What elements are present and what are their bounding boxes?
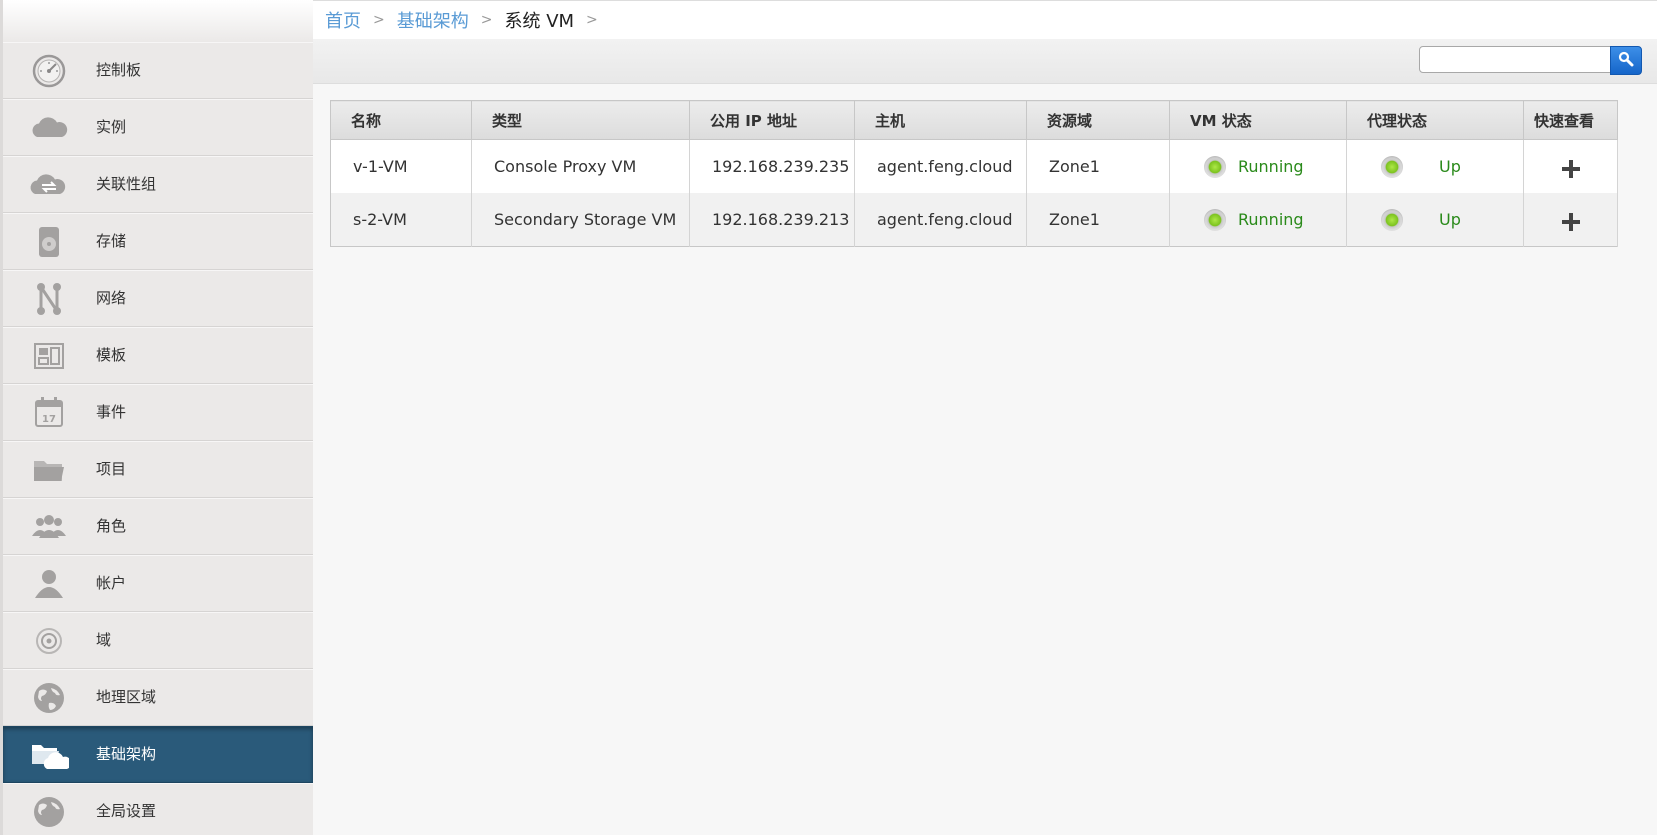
sidebar-item-label: 角色 (96, 517, 127, 535)
agent-state-text: Up (1439, 210, 1461, 229)
user-icon (29, 565, 69, 603)
cell-name: v-1-VM (330, 139, 472, 193)
column-header-agent-state[interactable]: 代理状态 (1346, 100, 1524, 140)
status-led-icon (1381, 208, 1403, 231)
cell-quick-view (1523, 139, 1618, 193)
sidebar-item-affinity-groups[interactable]: 关联性组 (3, 156, 313, 213)
dashboard-gauge-icon (29, 52, 69, 90)
breadcrumb-separator: > (373, 12, 385, 28)
status-led-icon (1204, 155, 1226, 178)
cell-host: agent.feng.cloud (854, 193, 1027, 247)
sidebar-item-label: 模板 (96, 346, 127, 364)
breadcrumb: 首页 > 基础架构 > 系统 VM > (313, 0, 1657, 39)
vm-state-text: Running (1238, 157, 1304, 176)
sidebar-item-templates[interactable]: 模板 (3, 327, 313, 384)
breadcrumb-separator: > (480, 12, 493, 28)
cell-host: agent.feng.cloud (854, 139, 1027, 193)
sidebar-item-label: 实例 (96, 118, 127, 136)
calendar-icon: 17 (29, 394, 69, 432)
sidebar-item-label: 项目 (96, 460, 127, 478)
sidebar-item-instances[interactable]: 实例 (3, 99, 313, 156)
agent-state-text: Up (1439, 157, 1461, 176)
sidebar-item-network[interactable]: 网络 (3, 270, 313, 327)
table-row[interactable]: v-1-VM Console Proxy VM 192.168.239.235 … (330, 139, 1618, 193)
cell-name: s-2-VM (330, 193, 472, 247)
cell-type: Console Proxy VM (471, 139, 690, 193)
table-header-row: 名称 类型 公用 IP 地址 主机 资源域 VM 状态 代理状态 快速查看 (330, 100, 1618, 140)
column-header-host[interactable]: 主机 (854, 100, 1027, 140)
sidebar-item-label: 网络 (96, 289, 127, 307)
infrastructure-icon (29, 736, 69, 774)
column-header-zone[interactable]: 资源域 (1026, 100, 1170, 140)
sidebar-item-label: 帐户 (96, 574, 127, 592)
cell-agent-state: Up (1346, 139, 1524, 193)
cell-public-ip: 192.168.239.213 (689, 193, 855, 247)
template-icon (29, 337, 69, 375)
sidebar-item-regions[interactable]: 地理区域 (3, 669, 313, 726)
network-icon (29, 280, 69, 318)
column-header-quick-view: 快速查看 (1523, 100, 1618, 140)
cell-agent-state: Up (1346, 193, 1524, 247)
disk-icon (29, 223, 69, 261)
sidebar-item-accounts[interactable]: 帐户 (3, 555, 313, 612)
sidebar-item-label: 控制板 (96, 61, 142, 79)
sidebar-item-projects[interactable]: 项目 (3, 441, 313, 498)
breadcrumb-home[interactable]: 首页 (325, 7, 361, 33)
sidebar-item-events[interactable]: 17 事件 (3, 384, 313, 441)
sidebar-item-label: 事件 (96, 403, 127, 421)
cell-quick-view (1523, 193, 1618, 247)
breadcrumb-current: 系统 VM (504, 11, 575, 32)
roles-icon (29, 508, 69, 546)
cell-type: Secondary Storage VM (471, 193, 690, 247)
search-button[interactable] (1610, 46, 1642, 75)
sidebar-item-storage[interactable]: 存储 (3, 213, 313, 270)
sidebar-item-roles[interactable]: 角色 (3, 498, 313, 555)
breadcrumb-infrastructure[interactable]: 基础架构 (397, 7, 469, 33)
sidebar-item-label: 基础架构 (96, 745, 157, 763)
cloud-sync-icon (29, 166, 69, 204)
column-header-type[interactable]: 类型 (471, 100, 690, 140)
sidebar-item-global-settings[interactable]: 全局设置 (3, 783, 313, 835)
breadcrumb-separator: > (586, 12, 598, 28)
folder-icon (29, 451, 69, 489)
domain-icon (29, 622, 69, 660)
cell-zone: Zone1 (1026, 193, 1170, 247)
table-row[interactable]: s-2-VM Secondary Storage VM 192.168.239.… (330, 193, 1618, 247)
column-header-vm-state[interactable]: VM 状态 (1169, 100, 1347, 140)
sidebar-item-label: 地理区域 (96, 688, 157, 706)
sidebar-item-dashboard[interactable]: 控制板 (3, 42, 313, 99)
quick-view-plus-icon[interactable] (1561, 212, 1580, 231)
svg-text:17: 17 (42, 414, 56, 425)
sidebar-item-label: 存储 (96, 232, 127, 250)
sidebar-item-infrastructure[interactable]: 基础架构 (3, 726, 313, 783)
globe-icon (29, 679, 69, 717)
sidebar: 控制板 实例 关联性组 存储 网络 模板 17 事件 项目 角色 帐户 域 地理… (0, 0, 313, 835)
cloud-icon (29, 109, 69, 147)
cell-vm-state: Running (1169, 139, 1347, 193)
column-header-name[interactable]: 名称 (330, 100, 472, 140)
sidebar-item-domains[interactable]: 域 (3, 612, 313, 669)
status-led-icon (1204, 208, 1226, 231)
toolbar (313, 39, 1657, 84)
sidebar-item-label: 域 (96, 631, 112, 649)
settings-globe-icon (29, 793, 69, 831)
sidebar-item-label: 关联性组 (96, 175, 157, 193)
cell-vm-state: Running (1169, 193, 1347, 247)
sidebar-item-label: 全局设置 (96, 802, 157, 820)
cell-public-ip: 192.168.239.235 (689, 139, 855, 193)
search-input[interactable] (1419, 46, 1611, 73)
cell-zone: Zone1 (1026, 139, 1170, 193)
status-led-icon (1381, 155, 1403, 178)
quick-view-plus-icon[interactable] (1561, 159, 1580, 178)
sidebar-header (3, 0, 313, 42)
column-header-public-ip[interactable]: 公用 IP 地址 (689, 100, 855, 140)
system-vm-table: 名称 类型 公用 IP 地址 主机 资源域 VM 状态 代理状态 快速查看 v-… (330, 100, 1618, 247)
search-icon (1618, 51, 1634, 71)
vm-state-text: Running (1238, 210, 1304, 229)
